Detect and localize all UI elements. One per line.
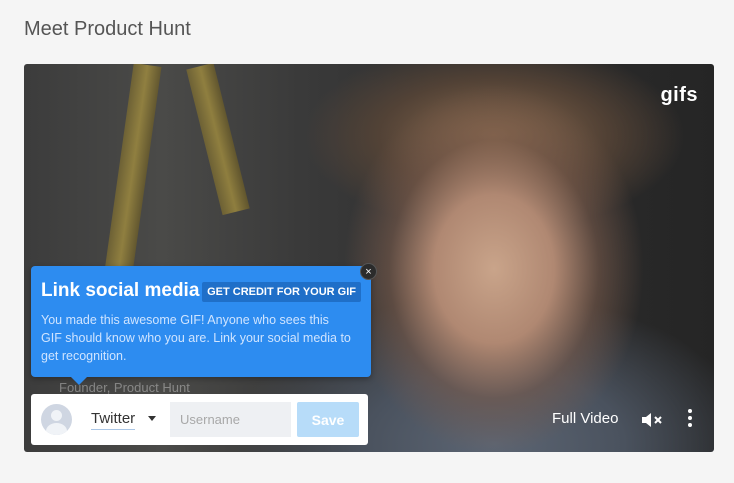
chevron-down-icon[interactable] [148,416,156,421]
credit-badge: GET CREDIT FOR YOUR GIF [202,282,361,302]
gifs-logo: gifs [660,84,698,106]
background-pole [104,64,162,275]
mute-icon[interactable] [640,410,666,430]
full-video-button[interactable]: Full Video [552,410,618,427]
video-player[interactable]: gifs Founder, Product Hunt Link social m… [24,64,714,452]
background-pole [186,64,250,216]
tooltip-body: You made this awesome GIF! Anyone who se… [41,313,351,364]
link-social-tooltip: Link social media GET CREDIT FOR YOUR GI… [31,266,371,385]
user-avatar-icon [41,404,72,435]
close-icon[interactable]: × [360,263,377,280]
more-vertical-icon[interactable] [686,409,694,429]
social-link-bar: Twitter Save [31,394,368,445]
save-button[interactable]: Save [297,402,359,437]
page-title: Meet Product Hunt [24,18,191,40]
social-network-select[interactable]: Twitter [91,410,136,430]
username-input[interactable] [170,402,291,437]
